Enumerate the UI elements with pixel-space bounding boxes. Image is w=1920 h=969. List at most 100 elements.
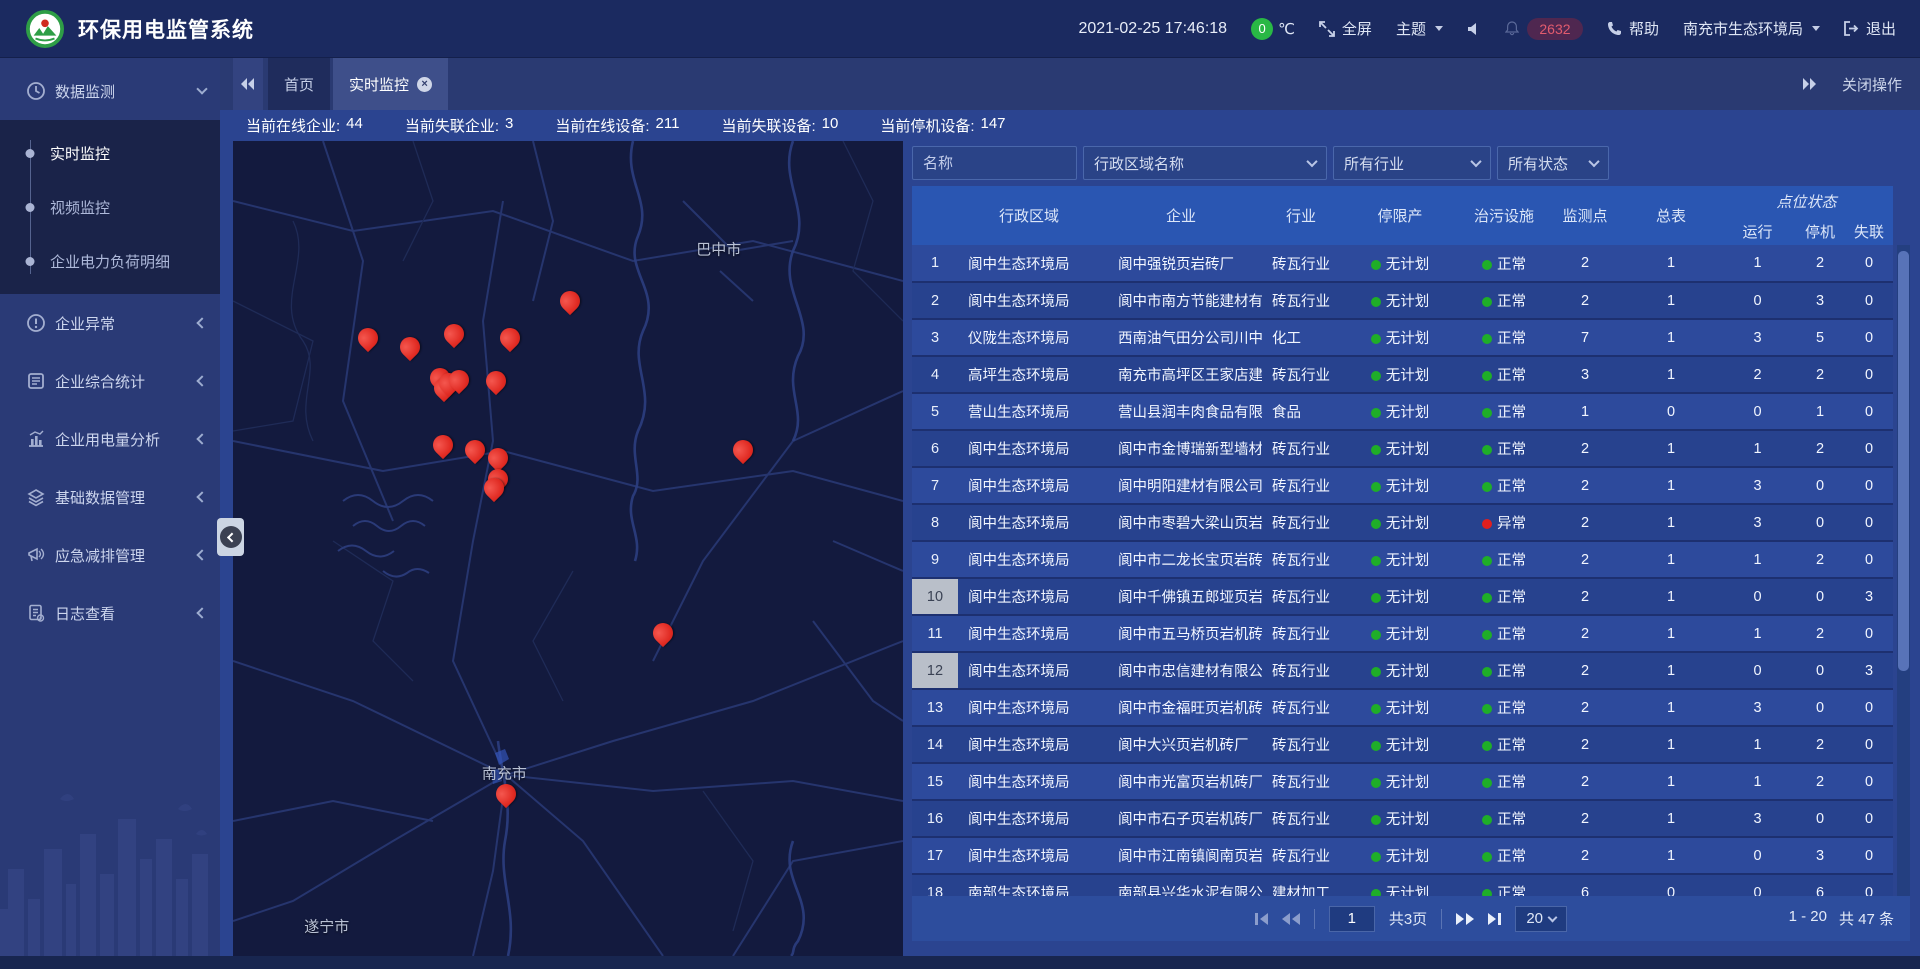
sidebar-subitem-label: 实时监控 — [50, 143, 110, 164]
tab-home[interactable]: 首页 — [268, 58, 330, 110]
table-row[interactable]: 6阆中生态环境局阆中市金博瑞新型墙材砖瓦行业无计划正常21120 — [912, 430, 1893, 467]
cell-meter: 1 — [1622, 430, 1720, 467]
fullscreen-button[interactable]: 全屏 — [1319, 18, 1372, 39]
table-row[interactable]: 17阆中生态环境局阆中市江南镇阆南页岩砖瓦行业无计划正常21030 — [912, 837, 1893, 874]
app-title: 环保用电监管系统 — [78, 14, 254, 44]
cell-region: 阆中生态环境局 — [958, 578, 1100, 615]
cell-region: 营山生态环境局 — [958, 393, 1100, 430]
map-roads-layer — [233, 141, 903, 956]
table-row[interactable]: 4高坪生态环境局南充市高坪区王家店建砖瓦行业无计划正常31220 — [912, 356, 1893, 393]
map-collapse-button[interactable] — [217, 518, 244, 556]
sidebar-item-stats[interactable]: 企业综合统计 — [0, 352, 220, 410]
cell-facility: 正常 — [1460, 800, 1548, 837]
chevron-down-icon — [1306, 156, 1317, 167]
cell-stop: 3 — [1795, 837, 1845, 874]
cell-lost: 0 — [1845, 615, 1893, 652]
region-select[interactable]: 行政区域名称 — [1083, 146, 1327, 180]
cell-monitor: 2 — [1548, 615, 1622, 652]
cell-region: 阆中生态环境局 — [958, 800, 1100, 837]
stat-value: 147 — [981, 115, 1006, 136]
table-row[interactable]: 18南部生态环境局南部县兴华水泥有限公建材加工无计划正常60060 — [912, 874, 1893, 896]
table-row[interactable]: 2阆中生态环境局阆中市南方节能建材有砖瓦行业无计划正常21030 — [912, 282, 1893, 319]
table-row[interactable]: 8阆中生态环境局阆中市枣碧大梁山页岩砖瓦行业无计划异常21300 — [912, 504, 1893, 541]
table-row[interactable]: 1阆中生态环境局阆中强锐页岩砖厂砖瓦行业无计划正常21120 — [912, 245, 1893, 282]
cell-industry: 砖瓦行业 — [1262, 763, 1340, 800]
table-row[interactable]: 7阆中生态环境局阆中明阳建材有限公司砖瓦行业无计划正常21300 — [912, 467, 1893, 504]
cell-meter: 1 — [1622, 245, 1720, 282]
map-panel[interactable]: 巴中市南充市遂宁市 — [233, 141, 903, 956]
cell-index: 13 — [912, 689, 958, 726]
double-right-arrow-icon[interactable] — [1802, 78, 1816, 90]
help-button[interactable]: 帮助 — [1607, 18, 1659, 39]
page-number-input[interactable]: 1 — [1329, 906, 1375, 932]
table-row[interactable]: 3仪陇生态环境局西南油气田分公司川中化工无计划正常71350 — [912, 319, 1893, 356]
sidebar-item-gauge[interactable]: 数据监测 — [0, 62, 220, 120]
cell-company: 阆中市枣碧大梁山页岩 — [1100, 504, 1262, 541]
next-page-button[interactable] — [1456, 913, 1474, 925]
status-select[interactable]: 所有状态 — [1497, 146, 1609, 180]
prev-page-button[interactable] — [1282, 913, 1300, 925]
cell-facility: 正常 — [1460, 319, 1548, 356]
cell-limit: 无计划 — [1340, 578, 1460, 615]
theme-dropdown[interactable]: 主题 — [1396, 18, 1443, 39]
speaker-icon[interactable] — [1467, 22, 1481, 36]
sidebar-subitem[interactable]: 视频监控 — [0, 180, 220, 234]
industry-select[interactable]: 所有行业 — [1333, 146, 1491, 180]
sidebar: 数据监测实时监控视频监控企业电力负荷明细企业异常企业综合统计企业用电量分析基础数… — [0, 58, 220, 969]
name-search-input[interactable] — [912, 146, 1077, 180]
gauge-icon — [26, 81, 46, 101]
first-page-button[interactable] — [1255, 913, 1268, 925]
cell-monitor: 1 — [1548, 393, 1622, 430]
stat-item: 当前停机设备:147 — [880, 115, 1005, 136]
notification-count-badge[interactable]: 2632 — [1527, 18, 1583, 40]
sidebar-subitem[interactable]: 企业电力负荷明细 — [0, 234, 220, 288]
table-row[interactable]: 13阆中生态环境局阆中市金福旺页岩机砖砖瓦行业无计划正常21300 — [912, 689, 1893, 726]
table-row[interactable]: 14阆中生态环境局阆中大兴页岩机砖厂砖瓦行业无计划正常21120 — [912, 726, 1893, 763]
scrollbar-thumb[interactable] — [1898, 251, 1909, 671]
app-logo-icon — [26, 10, 64, 48]
name-search-field[interactable] — [923, 155, 1066, 172]
status-dot-green — [1371, 519, 1381, 529]
status-dot-green — [1371, 630, 1381, 640]
cell-run: 0 — [1720, 578, 1795, 615]
cell-run: 0 — [1720, 837, 1795, 874]
stat-label: 当前失联设备: — [721, 115, 815, 136]
table-row[interactable]: 5营山生态环境局营山县润丰肉食品有限食品无计划正常10010 — [912, 393, 1893, 430]
org-dropdown[interactable]: 南充市生态环境局 — [1683, 18, 1820, 39]
table-row[interactable]: 15阆中生态环境局阆中市光富页岩机砖厂砖瓦行业无计划正常21120 — [912, 763, 1893, 800]
sidebar-item-alert[interactable]: 企业异常 — [0, 294, 220, 352]
table-row[interactable]: 12阆中生态环境局阆中市忠信建材有限公砖瓦行业无计划正常21003 — [912, 652, 1893, 689]
tabs-scroll-left-button[interactable] — [233, 58, 263, 110]
tab-close-icon[interactable]: × — [417, 77, 432, 92]
datetime: 2021-02-25 17:46:18 — [1078, 20, 1227, 38]
cell-stop: 0 — [1795, 504, 1845, 541]
cell-index: 17 — [912, 837, 958, 874]
status-dot-green — [1482, 334, 1492, 344]
logout-button[interactable]: 退出 — [1844, 18, 1896, 39]
cell-meter: 1 — [1622, 319, 1720, 356]
sidebar-subitem[interactable]: 实时监控 — [0, 126, 220, 180]
col-index — [912, 186, 958, 245]
page-size-select[interactable]: 20 — [1515, 906, 1567, 932]
sidebar-item-megaphone[interactable]: 应急减排管理 — [0, 526, 220, 584]
cell-company: 阆中市南方节能建材有 — [1100, 282, 1262, 319]
table-row[interactable]: 9阆中生态环境局阆中市二龙长宝页岩砖砖瓦行业无计划正常21120 — [912, 541, 1893, 578]
table-row[interactable]: 10阆中生态环境局阆中千佛镇五郎垭页岩砖瓦行业无计划正常21003 — [912, 578, 1893, 615]
pager-divider — [1441, 909, 1442, 929]
table-row[interactable]: 11阆中生态环境局阆中市五马桥页岩机砖砖瓦行业无计划正常21120 — [912, 615, 1893, 652]
status-dot-green — [1371, 704, 1381, 714]
table-row[interactable]: 16阆中生态环境局阆中市石子页岩机砖厂砖瓦行业无计划正常21300 — [912, 800, 1893, 837]
sidebar-item-log[interactable]: 日志查看 — [0, 584, 220, 642]
cell-monitor: 2 — [1548, 504, 1622, 541]
notification-bell[interactable] — [1505, 21, 1519, 36]
status-dot-green — [1371, 778, 1381, 788]
close-operations-button[interactable]: 关闭操作 — [1842, 74, 1902, 95]
cell-region: 阆中生态环境局 — [958, 615, 1100, 652]
sidebar-item-layers[interactable]: 基础数据管理 — [0, 468, 220, 526]
tab-realtime-monitoring[interactable]: 实时监控 × — [333, 58, 448, 110]
cell-limit: 无计划 — [1340, 282, 1460, 319]
stat-value: 44 — [346, 115, 363, 136]
last-page-button[interactable] — [1488, 913, 1501, 925]
cell-industry: 砖瓦行业 — [1262, 282, 1340, 319]
sidebar-item-chart[interactable]: 企业用电量分析 — [0, 410, 220, 468]
